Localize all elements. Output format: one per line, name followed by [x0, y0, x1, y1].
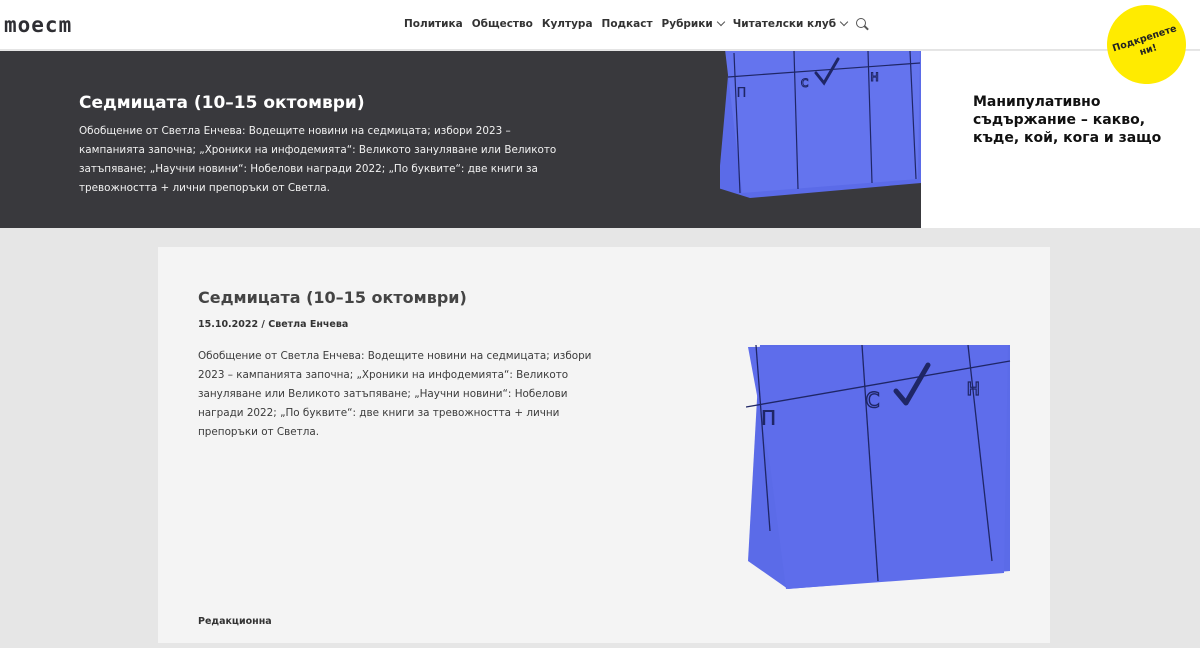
checklist-illustration: п с н	[720, 51, 921, 198]
article-excerpt: Обобщение от Светла Енчева: Водещите нов…	[198, 350, 592, 438]
nav-item-label: Подкаст	[601, 18, 653, 30]
hero-title[interactable]: Седмицата (10–15 октомври)	[79, 93, 365, 113]
nav-item-label: Култура	[541, 18, 593, 30]
meta-separator: /	[261, 319, 265, 330]
nav-item-label: Политика	[404, 18, 463, 30]
chevron-down-icon	[716, 17, 726, 27]
letter-n: н	[966, 373, 980, 401]
letter-n: н	[870, 67, 879, 85]
nav-item-label: Читателски клуб	[732, 18, 837, 30]
letter-p: п	[760, 399, 777, 432]
nav-item-culture[interactable]: Култура	[542, 18, 593, 30]
nav-item-sections[interactable]: Рубрики	[661, 17, 726, 30]
main-nav: Политика Общество Култура Подкаст Рубрик…	[404, 17, 867, 30]
site-logo[interactable]: moecm	[4, 13, 72, 37]
article-meta: 15.10.2022 / Светла Енчева	[198, 319, 348, 330]
article-title[interactable]: Седмицата (10–15 октомври)	[198, 288, 467, 307]
search-button[interactable]	[856, 18, 867, 28]
nav-item-podcast[interactable]: Подкаст	[602, 18, 653, 30]
top-bar: moecm Политика Общество Култура Подкаст …	[0, 0, 1200, 50]
article-category[interactable]: Редакционна	[198, 616, 272, 627]
hero-banner[interactable]: Седмицата (10–15 октомври) Обобщение от …	[0, 51, 921, 228]
article-date: 15.10.2022	[198, 319, 259, 330]
letter-s: с	[800, 73, 809, 91]
search-icon	[856, 18, 867, 28]
checklist-illustration[interactable]: п с н	[746, 345, 1014, 591]
letter-s: с	[864, 381, 881, 414]
nav-item-society[interactable]: Общество	[472, 18, 533, 30]
featured-side-title[interactable]: Манипулативно съдържание – какво, къде, …	[973, 93, 1163, 147]
nav-item-label: Рубрики	[661, 18, 713, 30]
article-author[interactable]: Светла Енчева	[268, 319, 348, 330]
chevron-down-icon	[839, 17, 849, 27]
nav-item-politics[interactable]: Политика	[404, 18, 463, 30]
nav-item-label: Общество	[471, 18, 533, 30]
hero-excerpt: Обобщение от Светла Енчева: Водещите нов…	[79, 125, 557, 194]
article-card[interactable]: Седмицата (10–15 октомври) 15.10.2022 / …	[158, 247, 1050, 643]
letter-p: п	[736, 81, 747, 102]
nav-item-readers-club[interactable]: Читателски клуб	[732, 17, 849, 30]
support-us-label: Подкрепете ни!	[1111, 23, 1179, 58]
